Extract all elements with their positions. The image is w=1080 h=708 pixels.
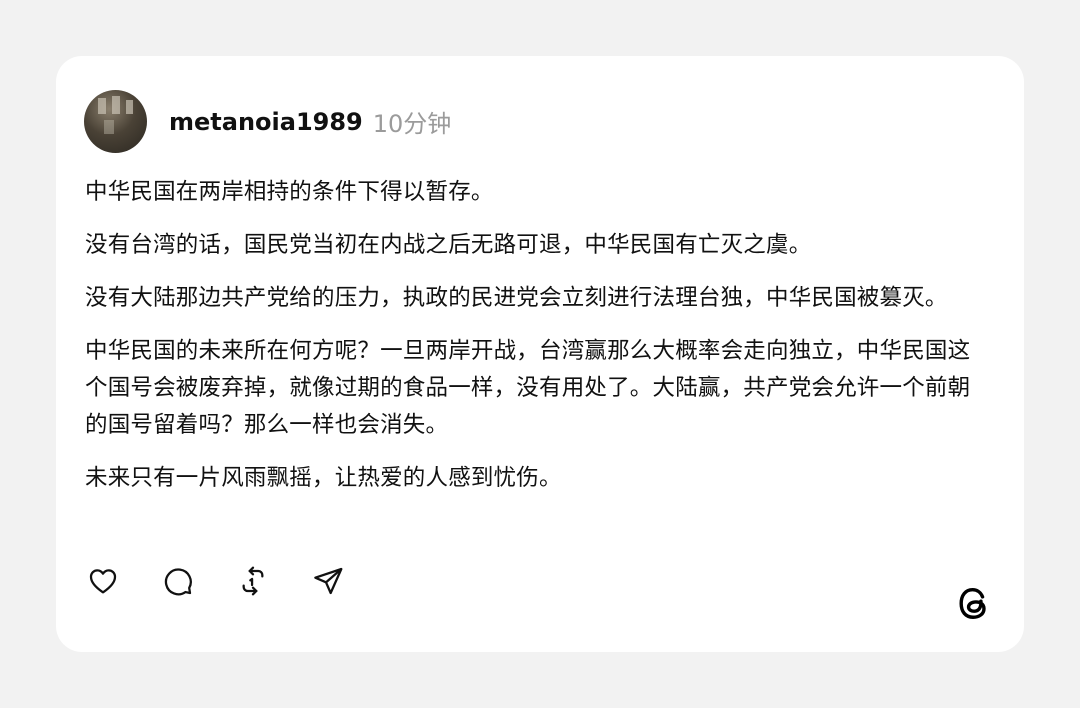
post-timestamp: 10分钟	[372, 110, 452, 138]
repost-icon	[242, 566, 264, 596]
post-paragraph: 中华民国的未来所在何方呢？一旦两岸开战，台湾赢那么大概率会走向独立，中华民国这个…	[85, 338, 971, 438]
comment-icon	[164, 568, 192, 596]
avatar[interactable]	[84, 90, 147, 153]
comment-button[interactable]	[161, 564, 195, 598]
share-button[interactable]	[311, 564, 345, 598]
heart-icon	[89, 569, 117, 594]
post-paragraph: 没有台湾的话，国民党当初在内战之后无路可退，中华民国有亡灭之虞。	[85, 232, 812, 258]
post-header: metanoia1989 10分钟	[84, 90, 451, 153]
post-paragraph: 未来只有一片风雨飘摇，让热爱的人感到忧伤。	[85, 465, 562, 491]
repost-button[interactable]	[236, 564, 270, 598]
post-paragraph: 中华民国在两岸相持的条件下得以暂存。	[85, 179, 494, 205]
send-icon	[314, 567, 343, 595]
post-body: 中华民国在两岸相持的条件下得以暂存。 没有台湾的话，国民党当初在内战之后无路可退…	[85, 174, 985, 513]
like-button[interactable]	[86, 564, 120, 598]
post-actions	[86, 564, 386, 598]
username[interactable]: metanoia1989	[169, 108, 363, 136]
post-paragraph: 没有大陆那边共产党给的压力，执政的民进党会立刻进行法理台独，中华民国被篡灭。	[85, 285, 948, 311]
threads-logo-icon	[954, 583, 994, 623]
post-card: metanoia1989 10分钟 中华民国在两岸相持的条件下得以暂存。 没有台…	[56, 56, 1024, 652]
